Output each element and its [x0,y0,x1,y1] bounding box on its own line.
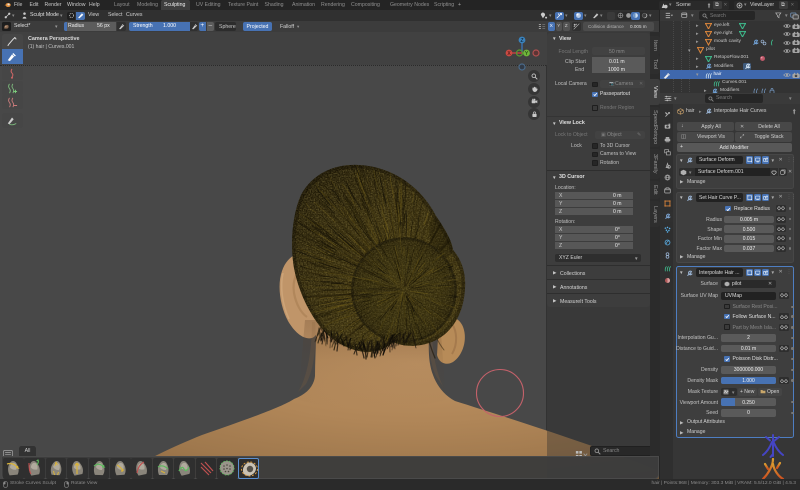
svg-text:Z: Z [520,38,523,44]
